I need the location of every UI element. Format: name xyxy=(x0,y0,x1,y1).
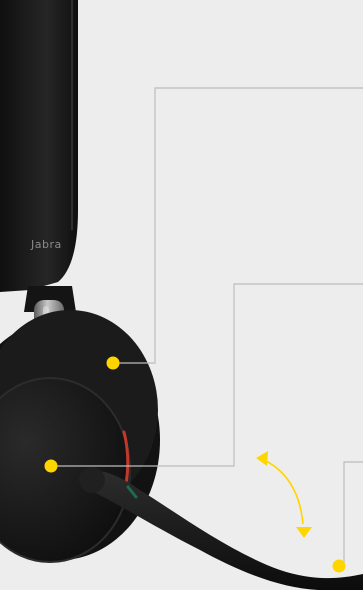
earcup-callout-dot xyxy=(44,459,58,473)
headband-slider-callout-dot xyxy=(106,356,120,370)
microphone-callout-dot xyxy=(332,559,346,573)
curved-double-arrow-icon xyxy=(256,451,312,538)
boom-pivot xyxy=(79,467,105,493)
headband-slider-callout-line xyxy=(113,87,363,364)
brand-logo: Jabra xyxy=(30,238,62,251)
headset-illustration: Jabra xyxy=(0,0,363,590)
microphone-callout-line xyxy=(339,461,363,567)
headset-diagram: Jabra xyxy=(0,0,363,590)
